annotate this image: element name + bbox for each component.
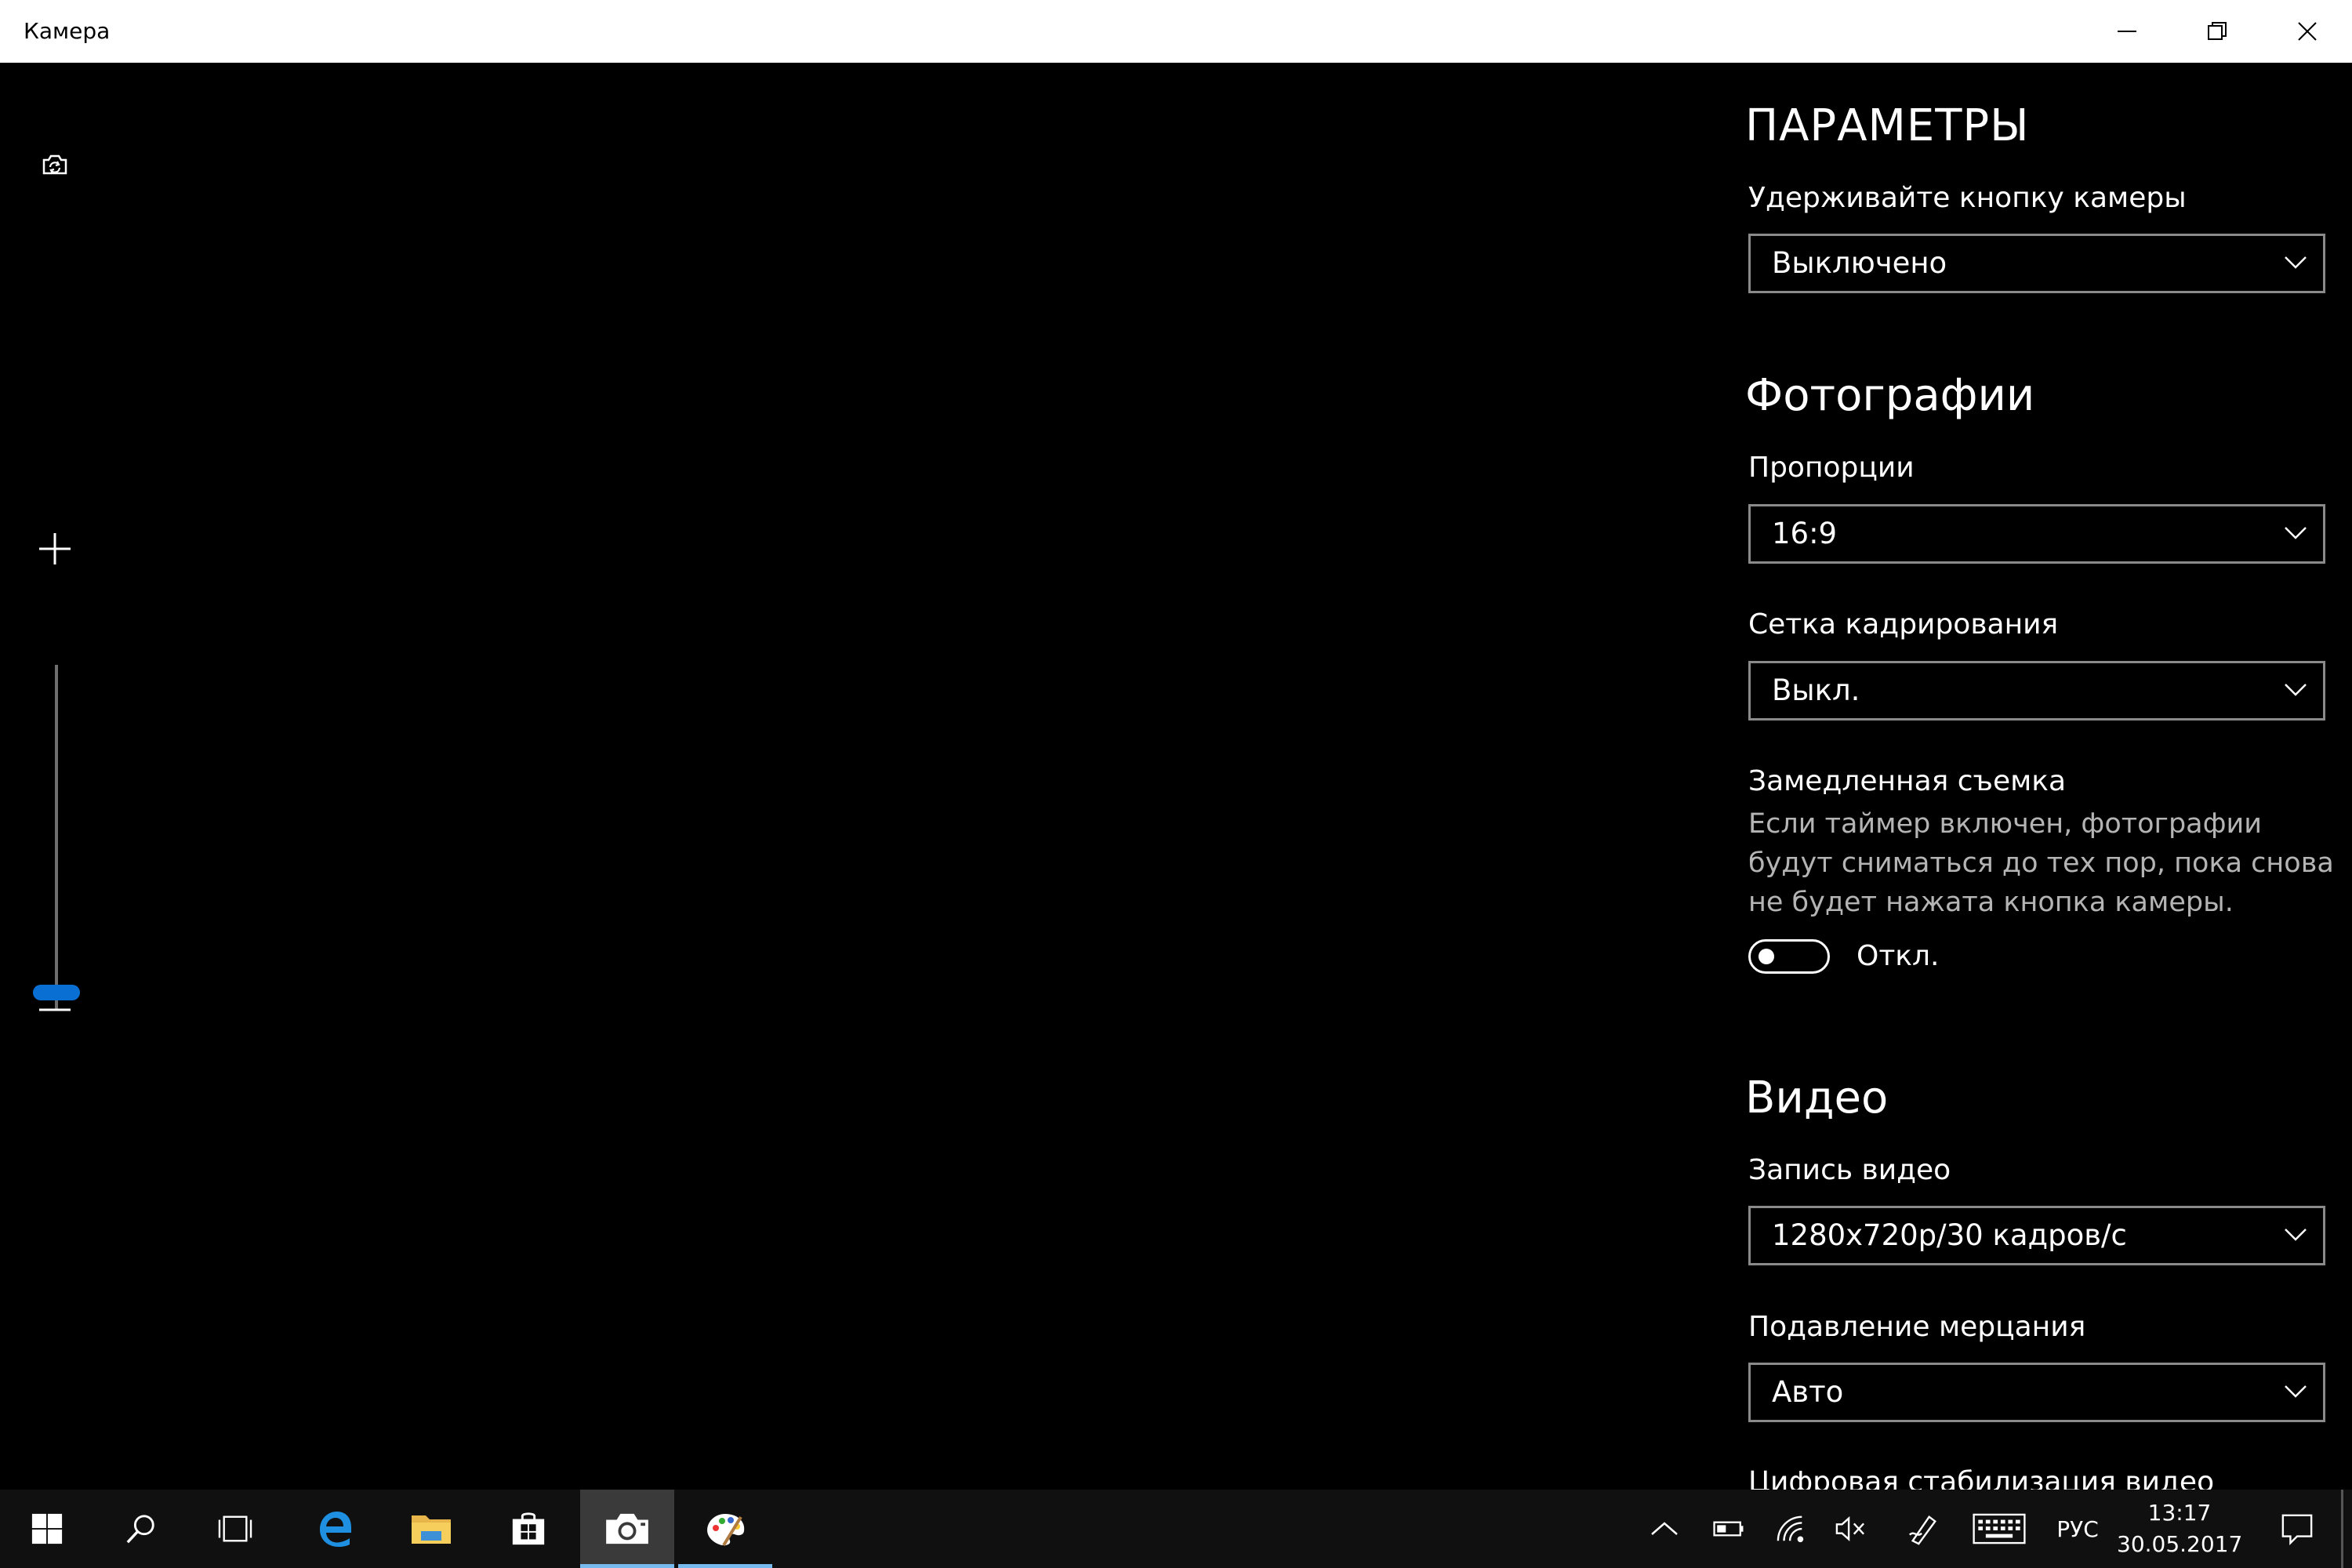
start-button[interactable] <box>0 1490 94 1568</box>
windows-start-icon <box>31 1513 63 1544</box>
minus-icon <box>39 1008 71 1011</box>
timelapse-toggle[interactable] <box>1748 939 1830 974</box>
file-explorer-button[interactable] <box>384 1490 478 1568</box>
clock[interactable]: 13:17 30.05.2017 <box>2117 1497 2242 1560</box>
grid-value: Выкл. <box>1772 673 1860 707</box>
camera-swap-icon <box>42 154 67 175</box>
action-center-button[interactable] <box>2266 1490 2328 1568</box>
keyboard-icon <box>1973 1513 2026 1544</box>
video-recording-dropdown[interactable]: 1280x720p/30 кадров/с <box>1748 1206 2325 1265</box>
battery-button[interactable] <box>1709 1490 1748 1568</box>
chevron-down-icon <box>2285 684 2307 696</box>
photos-heading: Фотографии <box>1745 370 2035 421</box>
action-center-icon <box>2281 1514 2313 1545</box>
search-button[interactable] <box>94 1490 188 1568</box>
plus-icon <box>39 533 71 564</box>
store-button[interactable] <box>481 1490 575 1568</box>
touch-keyboard-button[interactable] <box>1968 1490 2031 1568</box>
title-bar: Камера <box>0 0 2352 63</box>
network-button[interactable] <box>1772 1490 1811 1568</box>
chevron-down-icon <box>2285 1385 2307 1398</box>
grid-label: Сетка кадрирования <box>1748 608 2059 641</box>
store-icon <box>512 1512 545 1545</box>
active-app-indicator <box>580 1564 674 1568</box>
flicker-dropdown[interactable]: Авто <box>1748 1363 2325 1422</box>
clock-time: 13:17 <box>2147 1500 2212 1526</box>
aspect-dropdown[interactable]: 16:9 <box>1748 504 2325 564</box>
search-icon <box>126 1515 154 1544</box>
show-hidden-icons-button[interactable] <box>1645 1490 1684 1568</box>
restore-button[interactable] <box>2172 0 2262 63</box>
timelapse-description: Если таймер включен, фотографии будут сн… <box>1748 808 2334 918</box>
flicker-value: Авто <box>1772 1375 1844 1409</box>
aspect-label: Пропорции <box>1748 452 1915 484</box>
chevron-down-icon <box>2285 1229 2307 1241</box>
settings-title: ПАРАМЕТРЫ <box>1745 100 2030 151</box>
taskbar: РУС 13:17 30.05.2017 <box>0 1490 2352 1568</box>
task-view-icon <box>218 1515 252 1542</box>
battery-icon <box>1713 1521 1744 1537</box>
windows-ink-button[interactable] <box>1901 1490 1944 1568</box>
toggle-knob <box>1759 949 1774 964</box>
zoom-out-button[interactable] <box>38 993 72 1027</box>
file-explorer-icon <box>412 1515 451 1544</box>
chevron-down-icon <box>2285 256 2307 269</box>
minimize-icon <box>2117 31 2136 32</box>
pen-icon <box>1908 1515 1936 1545</box>
window-title: Камера <box>24 18 111 44</box>
aspect-value: 16:9 <box>1772 517 1838 550</box>
show-desktop-button[interactable] <box>2341 1490 2343 1568</box>
chevron-up-icon <box>1651 1522 1678 1535</box>
edge-button[interactable] <box>288 1490 382 1568</box>
hold-button-label: Удерживайте кнопку камеры <box>1748 182 2187 214</box>
volume-button[interactable] <box>1831 1490 1870 1568</box>
volume-mute-icon <box>1835 1516 1864 1541</box>
chevron-down-icon <box>2285 527 2307 539</box>
timelapse-toggle-label: Откл. <box>1857 940 1940 972</box>
camera-app-button[interactable] <box>580 1490 674 1568</box>
camera-app-icon <box>606 1513 648 1544</box>
flicker-label: Подавление мерцания <box>1748 1311 2086 1343</box>
video-heading: Видео <box>1745 1073 1889 1123</box>
task-view-button[interactable] <box>188 1490 282 1568</box>
wifi-icon <box>1777 1515 1804 1543</box>
paint-app-icon <box>707 1514 745 1547</box>
camera-swap-button[interactable] <box>36 146 74 183</box>
timelapse-label: Замедленная съемка <box>1748 765 2067 797</box>
language-indicator[interactable]: РУС <box>2046 1490 2109 1568</box>
minimize-button[interactable] <box>2082 0 2172 63</box>
close-icon <box>2297 22 2317 41</box>
zoom-in-button[interactable] <box>38 532 72 566</box>
hold-button-value: Выключено <box>1772 246 1947 280</box>
settings-panel: ПАРАМЕТРЫ Удерживайте кнопку камеры Выкл… <box>1725 63 2352 1490</box>
hold-button-dropdown[interactable]: Выключено <box>1748 234 2325 293</box>
paint-app-button[interactable] <box>678 1490 772 1568</box>
close-button[interactable] <box>2262 0 2352 63</box>
grid-dropdown[interactable]: Выкл. <box>1748 661 2325 720</box>
video-recording-value: 1280x720p/30 кадров/с <box>1772 1218 2127 1252</box>
clock-date: 30.05.2017 <box>2117 1531 2243 1557</box>
open-app-indicator <box>678 1564 772 1568</box>
stabilization-label: Цифровая стабилизация видео <box>1748 1466 2215 1490</box>
zoom-slider-track[interactable] <box>55 665 58 1010</box>
edge-icon <box>320 1512 351 1547</box>
restore-icon <box>2207 22 2227 40</box>
video-recording-label: Запись видео <box>1748 1154 1951 1186</box>
